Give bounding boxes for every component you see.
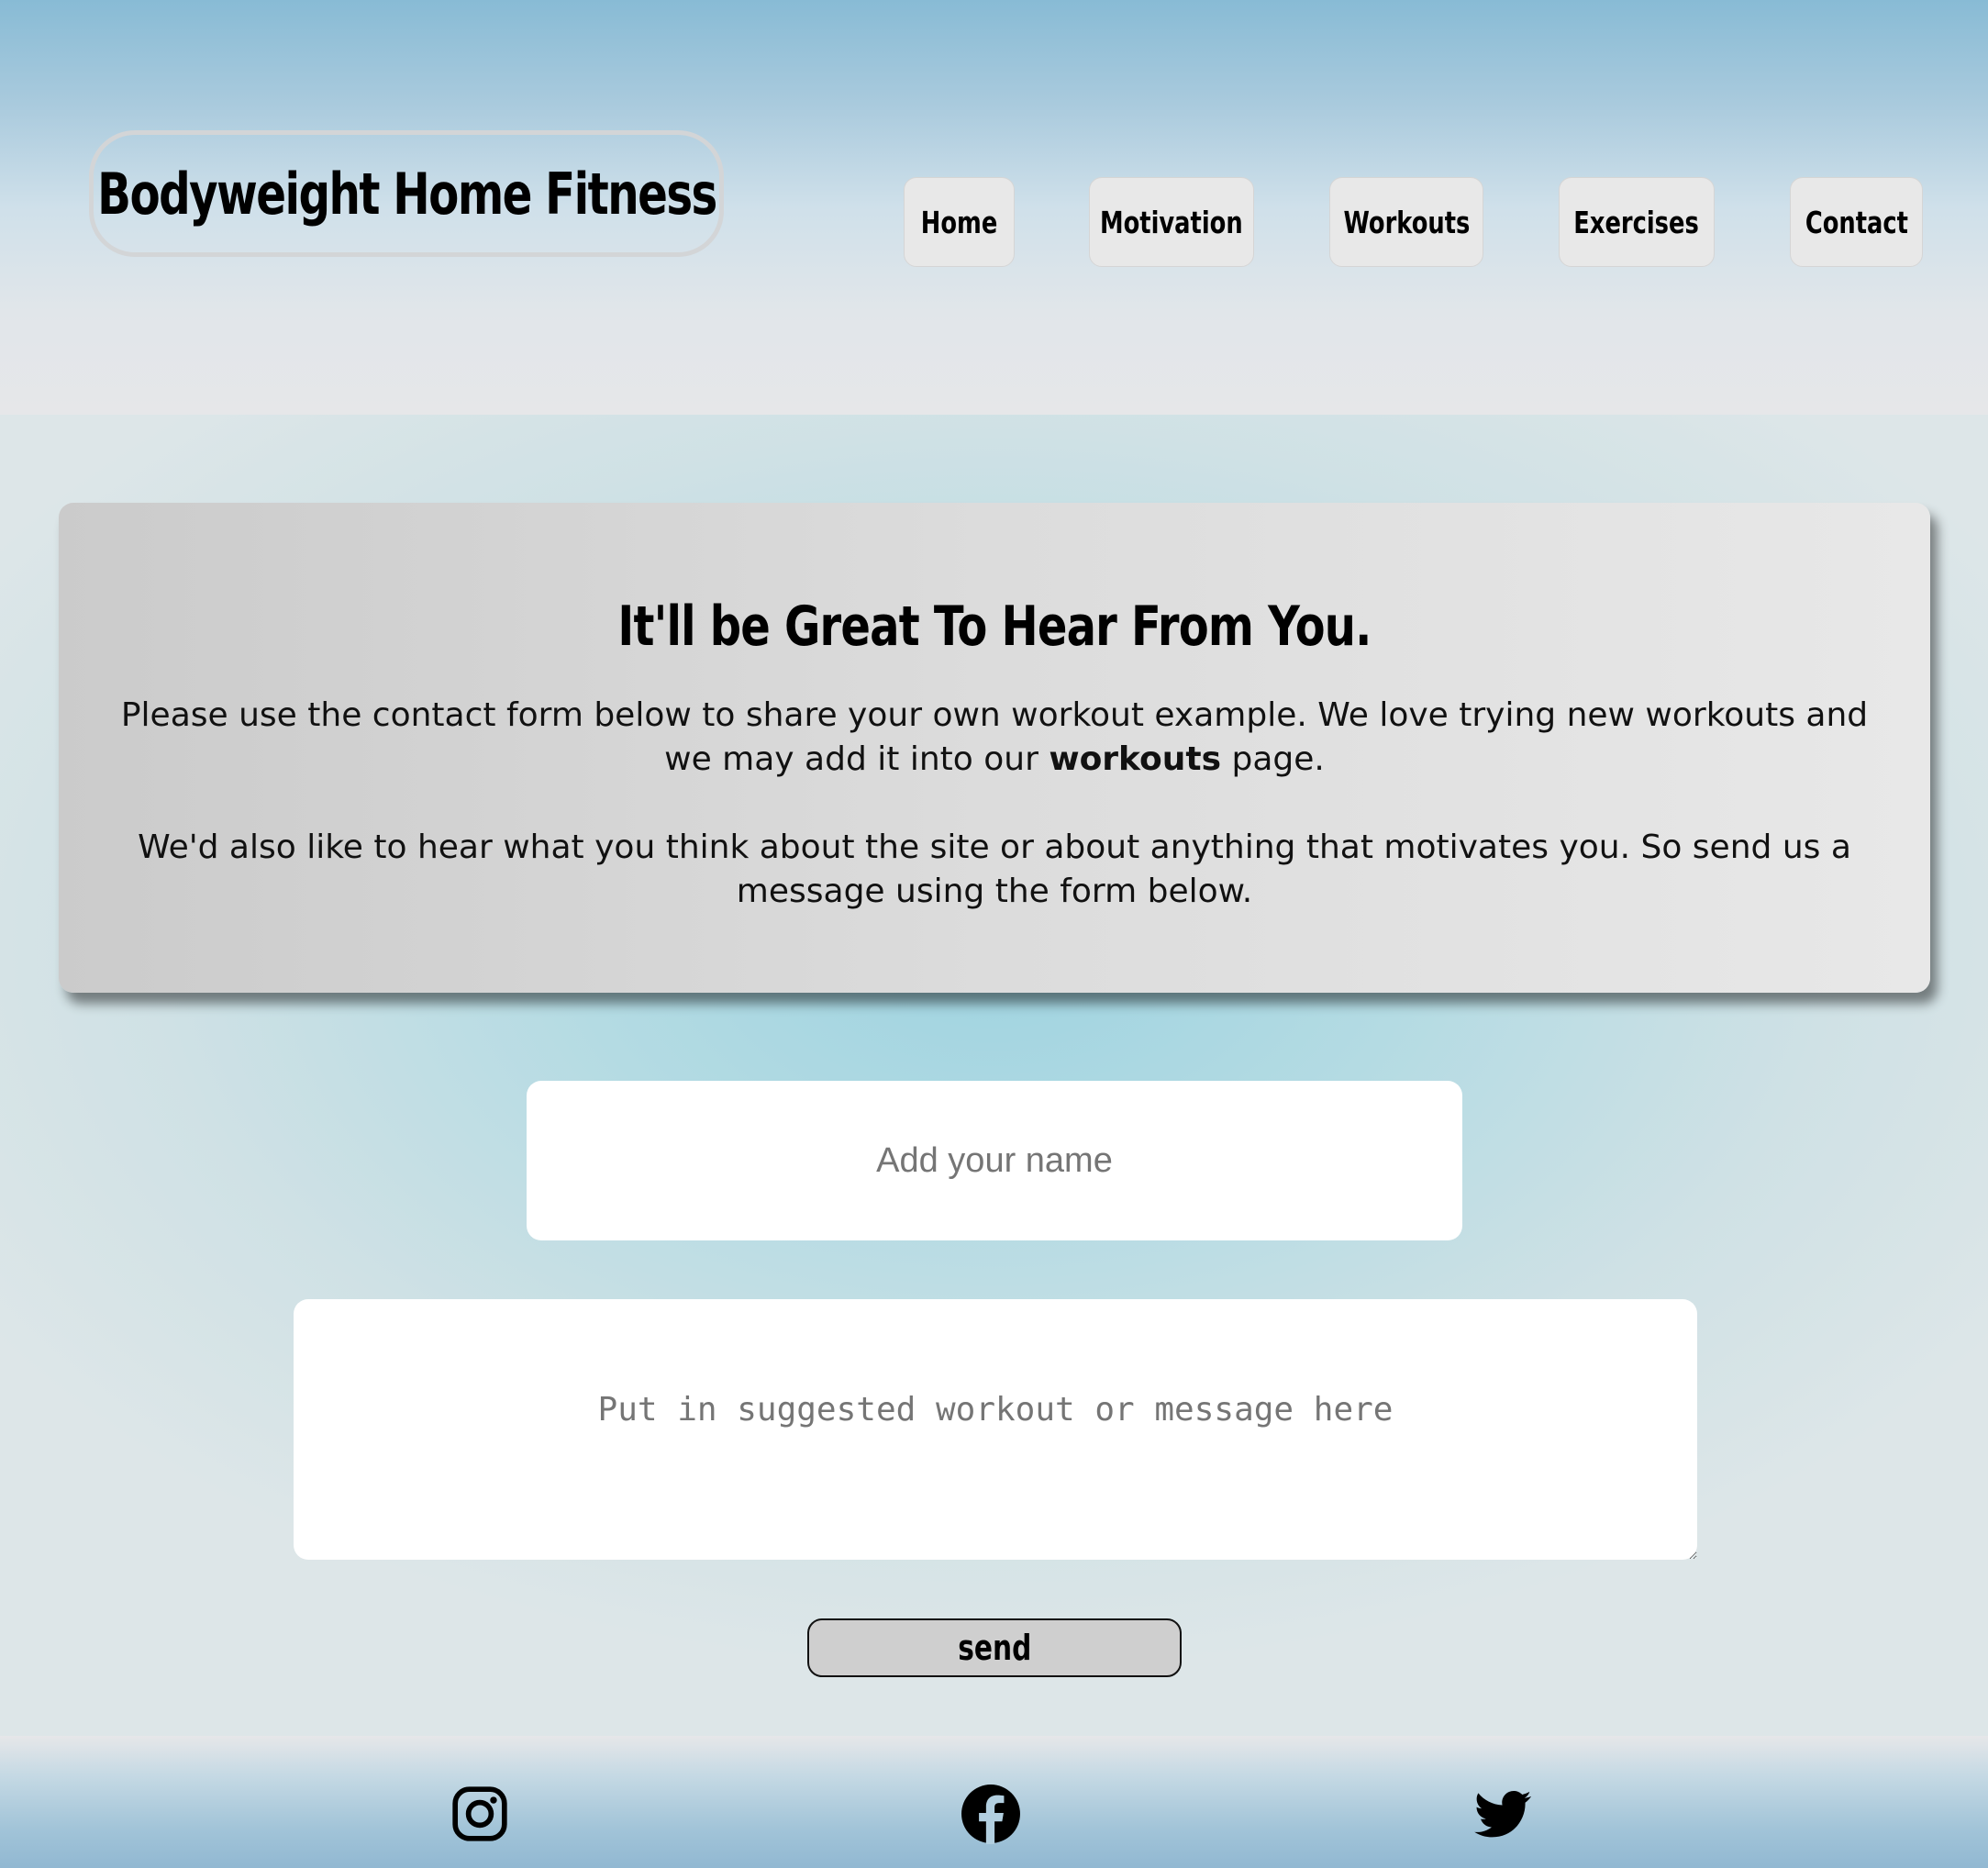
nav-contact[interactable]: Contact: [1790, 177, 1923, 267]
twitter-icon[interactable]: [1472, 1784, 1533, 1844]
name-input[interactable]: [527, 1081, 1462, 1240]
intro-card: It'll be Great To Hear From You. Please …: [59, 503, 1930, 993]
nav-motivation[interactable]: Motivation: [1089, 177, 1254, 267]
nav-contact-label: Contact: [1805, 204, 1908, 240]
intro-paragraph-1-text: Please use the contact form below to sha…: [120, 696, 1869, 778]
site-logo[interactable]: Bodyweight Home Fitness: [89, 130, 724, 257]
main-content: It'll be Great To Hear From You. Please …: [0, 415, 1988, 1736]
workouts-link-text: workouts: [1049, 740, 1222, 778]
nav-home-label: Home: [920, 204, 998, 240]
nav-motivation-label: Motivation: [1100, 204, 1243, 240]
site-header: Bodyweight Home Fitness Home Motivation …: [0, 0, 1988, 415]
nav-workouts[interactable]: Workouts: [1329, 177, 1483, 267]
site-logo-text: Bodyweight Home Fitness: [96, 160, 717, 228]
site-footer: [0, 1736, 1988, 1868]
intro-paragraph-1: Please use the contact form below to sha…: [95, 694, 1894, 782]
nav-exercises[interactable]: Exercises: [1559, 177, 1715, 267]
nav-exercises-label: Exercises: [1573, 204, 1700, 240]
nav-workouts-label: Workouts: [1343, 204, 1470, 240]
intro-title: It'll be Great To Hear From You.: [617, 595, 1372, 659]
send-button[interactable]: send: [807, 1618, 1182, 1677]
nav-home[interactable]: Home: [904, 177, 1015, 267]
intro-paragraph-2: We'd also like to hear what you think ab…: [138, 828, 1851, 910]
send-button-label: send: [957, 1628, 1032, 1668]
facebook-icon[interactable]: [961, 1784, 1021, 1844]
intro-paragraph-1-end: page.: [1221, 740, 1325, 778]
message-textarea[interactable]: [294, 1299, 1697, 1560]
instagram-icon[interactable]: [450, 1784, 510, 1844]
